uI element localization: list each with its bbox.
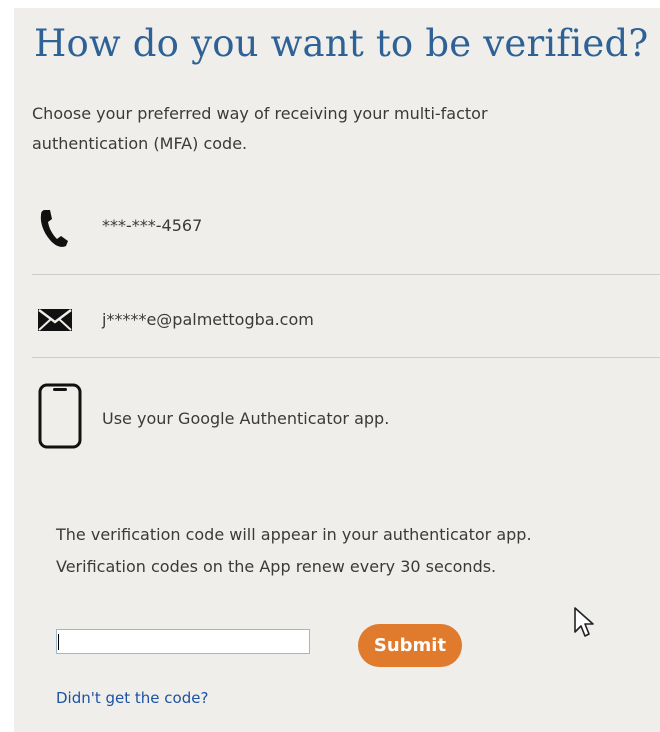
divider [32, 357, 660, 358]
option-email[interactable]: j*****e@palmettogba.com [14, 296, 660, 340]
submit-button[interactable]: Submit [358, 624, 462, 667]
option-phone-label: ***-***-4567 [102, 216, 203, 235]
option-email-label: j*****e@palmettogba.com [102, 310, 314, 329]
page-title: How do you want to be verified? [34, 22, 649, 65]
authenticator-note-line-2: Verification codes on the App renew ever… [56, 557, 497, 576]
envelope-icon [38, 309, 72, 335]
option-authenticator[interactable]: Use your Google Authenticator app. [14, 382, 660, 452]
didnt-get-code-link[interactable]: Didn't get the code? [56, 689, 208, 707]
intro-text: Choose your preferred way of receiving y… [32, 104, 488, 153]
phone-icon [38, 208, 70, 252]
option-phone[interactable]: ***-***-4567 [14, 200, 660, 250]
mouse-pointer-icon [573, 606, 597, 644]
option-authenticator-label: Use your Google Authenticator app. [102, 409, 390, 428]
authenticator-note-line-1: The verification code will appear in you… [56, 525, 532, 544]
divider [32, 274, 660, 275]
authenticator-note: The verification code will appear in you… [56, 519, 646, 583]
smartphone-icon [37, 382, 83, 454]
text-caret [58, 634, 59, 650]
verification-code-input[interactable] [56, 629, 310, 654]
